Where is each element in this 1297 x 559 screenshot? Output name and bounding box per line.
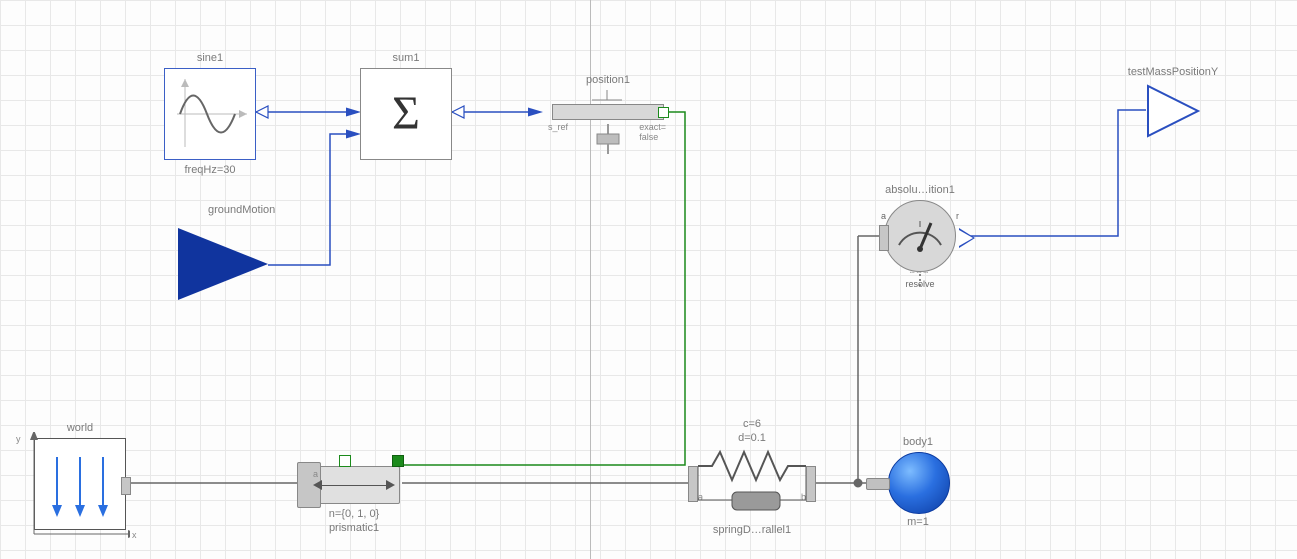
output-name-label: testMassPositionY xyxy=(1128,66,1218,78)
output-icon xyxy=(1146,84,1200,138)
prismatic-axis-port xyxy=(392,455,404,467)
prismatic-icon: a b xyxy=(308,466,400,504)
springdamper-param-c: c=6 xyxy=(743,418,761,430)
position-param-key: exact= xyxy=(639,122,666,132)
sd-frame-a xyxy=(688,466,698,502)
springdamper-name-label: springD…rallel1 xyxy=(713,524,791,536)
sine-block[interactable]: sine1 freqHz=30 xyxy=(164,68,256,160)
gauge-port-r-label: r xyxy=(956,211,959,221)
body-icon xyxy=(888,452,948,512)
sum-name-label: sum1 xyxy=(393,52,420,64)
output-block[interactable]: testMassPositionY xyxy=(1146,84,1200,138)
sine-name-label: sine1 xyxy=(197,52,223,64)
sd-frame-b xyxy=(806,466,816,502)
sum-block[interactable]: sum1 Σ xyxy=(360,68,452,160)
position-port-label: s_ref xyxy=(548,122,568,132)
position-name-label: position1 xyxy=(586,74,630,86)
body-block[interactable]: body1 m=1 xyxy=(888,452,948,512)
body-frame-port xyxy=(866,478,890,490)
springdamper-icon: a b xyxy=(692,446,812,516)
groundmotion-name-label: groundMotion xyxy=(208,204,275,216)
sd-port-b: b xyxy=(801,492,806,502)
sum-icon: Σ xyxy=(360,68,452,160)
world-axis-y: y xyxy=(16,434,21,444)
position-mass-icon xyxy=(595,124,621,154)
groundmotion-icon xyxy=(178,228,268,300)
sd-port-a: a xyxy=(698,492,703,502)
springdamper-block[interactable]: c=6 d=0.1 a b springD…rallel1 xyxy=(692,446,812,516)
absoluteposition-name-label: absolu…ition1 xyxy=(885,184,955,196)
world-block[interactable]: world y x xyxy=(34,438,126,530)
position-param-val: false xyxy=(639,132,658,142)
sigma-icon: Σ xyxy=(361,69,451,159)
groundmotion-block[interactable]: groundMotion xyxy=(178,228,268,300)
position-block[interactable]: position1 s_ref exact= false xyxy=(552,104,664,120)
prismatic-name-label: prismatic1 xyxy=(329,522,379,534)
position-flange-port xyxy=(658,107,669,118)
gauge-icon: a r resolve ┄┄┄ xyxy=(884,200,956,272)
body-param: m=1 xyxy=(907,516,929,528)
gauge-port-resolve-label: resolve xyxy=(905,279,934,289)
sine-icon xyxy=(164,68,256,160)
springdamper-param-d: d=0.1 xyxy=(738,432,766,444)
absoluteposition-block[interactable]: absolu…ition1 a r resolve ┄┄┄ xyxy=(884,200,956,272)
prismatic-param: n={0, 1, 0} xyxy=(329,508,379,520)
prismatic-block[interactable]: a b n={0, 1, 0} prismatic1 xyxy=(308,466,400,504)
sine-param-label: freqHz=30 xyxy=(184,164,235,176)
prismatic-port-a: a xyxy=(313,469,318,479)
position-rail-icon xyxy=(552,104,664,120)
body-name-label: body1 xyxy=(903,436,933,448)
prismatic-support-port xyxy=(339,455,351,467)
world-axis-x: x xyxy=(132,530,137,540)
